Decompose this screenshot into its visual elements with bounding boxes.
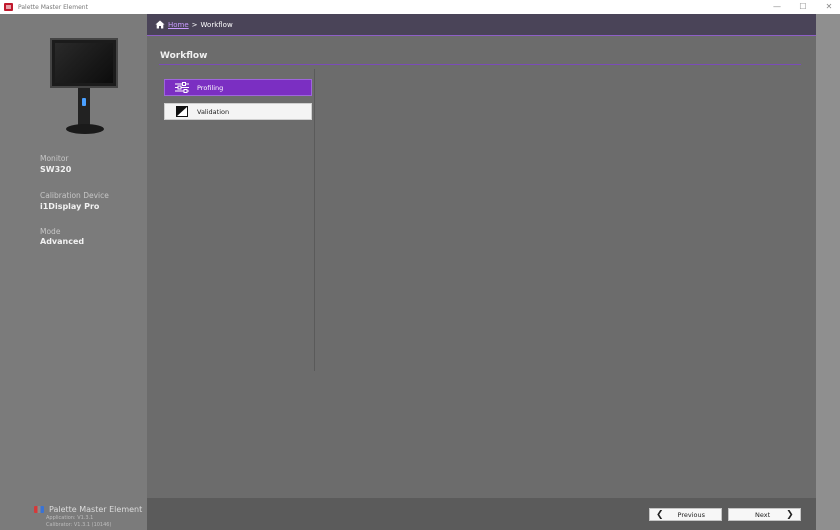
brand-name: Palette Master Element: [49, 505, 143, 514]
chevron-left-icon: ❮: [656, 509, 664, 520]
minimize-button[interactable]: —: [772, 0, 782, 14]
sliders-icon: [175, 82, 189, 93]
window-controls: — ☐ ✕: [772, 0, 834, 14]
window-title: Palette Master Element: [18, 3, 88, 11]
next-button[interactable]: Next ❯: [728, 508, 801, 521]
contrast-icon: [176, 106, 188, 117]
brand-icon: [34, 506, 44, 513]
workflow-item-validation[interactable]: Validation: [164, 103, 312, 120]
page-title: Workflow: [160, 51, 208, 61]
title-divider: [159, 64, 801, 65]
previous-button-label: Previous: [677, 510, 706, 519]
monitor-image: [50, 38, 118, 140]
chevron-right-icon: ❯: [786, 509, 794, 520]
previous-button[interactable]: ❮ Previous: [649, 508, 722, 521]
app-version: Application: V1.3.1: [46, 515, 94, 521]
workflow-item-profiling[interactable]: Profiling: [164, 79, 312, 96]
mode-label: Mode: [40, 227, 61, 236]
app-icon: [4, 3, 13, 11]
main-content: Workflow Profiling Validation: [147, 36, 816, 498]
close-button[interactable]: ✕: [824, 0, 834, 14]
vertical-scrollbar[interactable]: [816, 14, 840, 530]
mode-value: Advanced: [40, 237, 85, 246]
breadcrumb-current: Workflow: [200, 20, 233, 29]
home-icon[interactable]: [155, 20, 165, 29]
maximize-button[interactable]: ☐: [798, 0, 808, 14]
footer-bar: ❮ Previous Next ❯: [147, 498, 816, 530]
breadcrumb: Home > Workflow: [147, 14, 816, 36]
breadcrumb-separator: >: [191, 20, 198, 29]
workflow-item-label: Profiling: [197, 83, 224, 92]
brand-logo: Palette Master Element: [34, 505, 142, 514]
breadcrumb-home-link[interactable]: Home: [168, 21, 189, 29]
calibrator-version: Calibrator: V1.3.1 (10146): [46, 522, 112, 528]
monitor-value: SW320: [40, 165, 72, 174]
workflow-item-label: Validation: [197, 107, 230, 116]
monitor-label: Monitor: [40, 154, 69, 163]
panel-divider: [314, 69, 315, 371]
calibration-device-value: i1Display Pro: [40, 202, 100, 211]
calibration-device-label: Calibration Device: [40, 191, 109, 200]
window-titlebar: Palette Master Element — ☐ ✕: [0, 0, 840, 14]
sidebar: Monitor SW320 Calibration Device i1Displ…: [0, 14, 147, 530]
next-button-label: Next: [755, 510, 771, 519]
